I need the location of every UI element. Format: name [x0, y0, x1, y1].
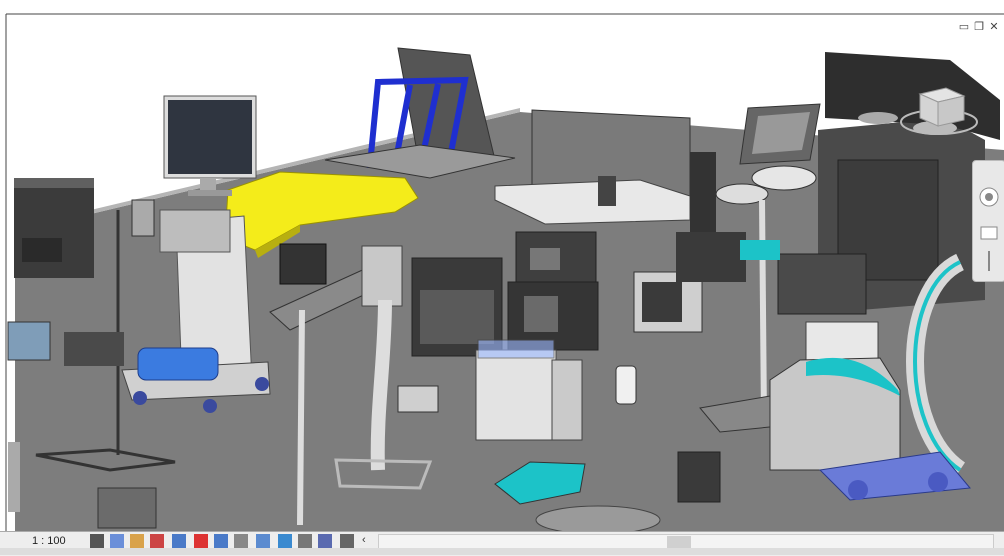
view-scale[interactable]: 1 : 100	[32, 535, 66, 547]
tray-unit	[64, 332, 124, 366]
crop-view-icon[interactable]	[194, 534, 208, 548]
sun-path-icon[interactable]	[130, 534, 144, 548]
kiosk-terminal	[739, 103, 821, 165]
viewcube-icon[interactable]	[898, 80, 980, 140]
reveal-hidden-icon[interactable]	[278, 534, 292, 548]
bottom-strip	[0, 548, 1004, 555]
box-container	[97, 487, 157, 529]
worksharing-icon[interactable]	[340, 534, 354, 548]
temporary-hide-icon[interactable]	[256, 534, 270, 548]
minimize-icon[interactable]: ▭	[958, 20, 970, 33]
small-device	[397, 385, 439, 413]
scroll-left-icon[interactable]: ‹	[362, 534, 366, 546]
display-device	[677, 451, 721, 503]
visual-style-icon[interactable]	[110, 534, 124, 548]
analytical-model-icon[interactable]	[298, 534, 312, 548]
show-crop-icon[interactable]	[214, 534, 228, 548]
scrollbar-thumb[interactable]	[667, 536, 691, 548]
laptop	[279, 243, 327, 285]
dispenser	[690, 152, 716, 232]
highlight-displacement-icon[interactable]	[318, 534, 332, 548]
restore-icon[interactable]: ❐	[973, 20, 985, 33]
wall-panel	[8, 442, 20, 512]
close-icon[interactable]: ✕	[988, 20, 1000, 33]
3d-viewport[interactable]: ▭ ❐ ✕	[0, 0, 1004, 531]
detail-level-icon[interactable]	[90, 534, 104, 548]
ice-machine	[14, 178, 94, 278]
round-base	[535, 505, 661, 531]
navigation-bar[interactable]	[972, 160, 1004, 282]
render-icon[interactable]	[172, 534, 186, 548]
medical-equipment-3d-model[interactable]	[0, 0, 1004, 531]
small-bin	[7, 321, 51, 361]
unlocked-3d-icon[interactable]	[234, 534, 248, 548]
incubator-stack	[507, 231, 599, 351]
view-window-controls: ▭ ❐ ✕	[958, 20, 1000, 33]
shadows-icon[interactable]	[150, 534, 164, 548]
suction-bottle	[615, 365, 637, 405]
